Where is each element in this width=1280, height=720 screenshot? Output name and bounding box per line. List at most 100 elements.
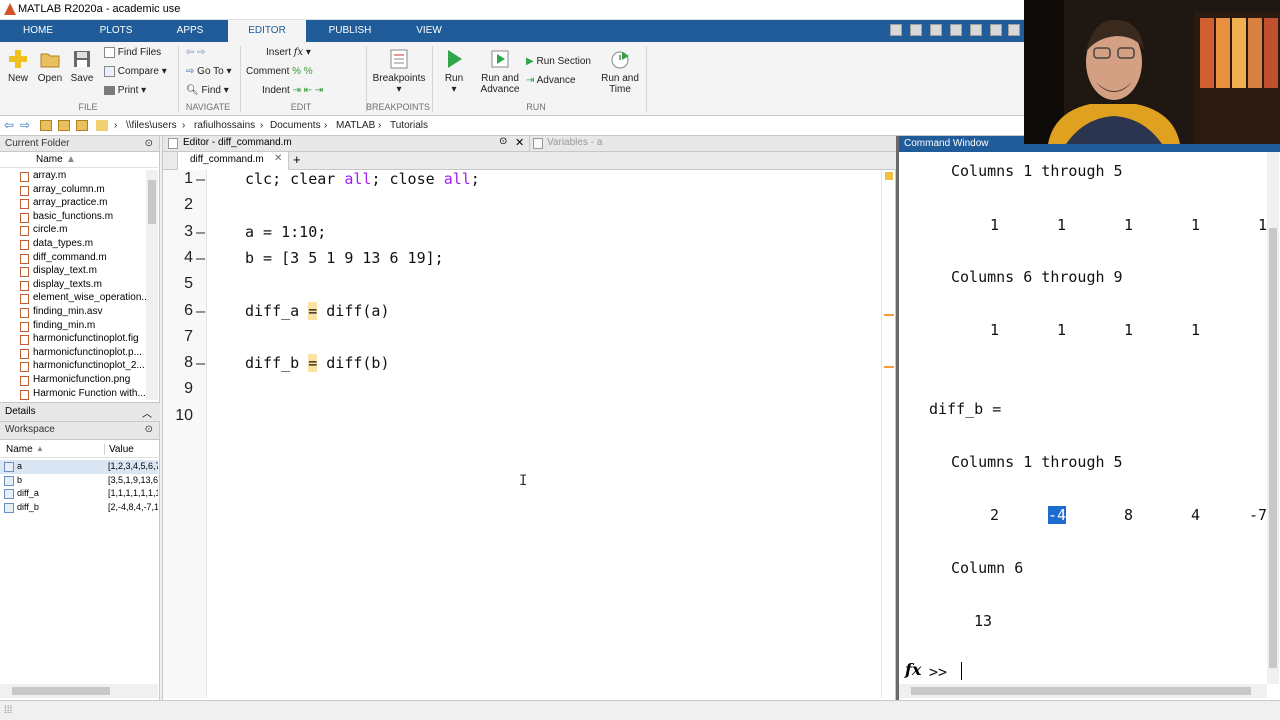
- browse-folder-icon[interactable]: [58, 120, 70, 131]
- tab-plots[interactable]: PLOTS: [78, 20, 154, 42]
- cut-icon[interactable]: [910, 24, 922, 36]
- breakpoint-dash[interactable]: —: [196, 302, 205, 320]
- nav-forward-icon[interactable]: ⇨: [20, 118, 30, 132]
- scroll-thumb[interactable]: [148, 180, 156, 224]
- breakpoint-dash[interactable]: —: [196, 223, 205, 241]
- current-folder-column-header[interactable]: Name ▲: [0, 153, 158, 168]
- file-list-item[interactable]: harmonicfunctinoplot_2...: [0, 360, 146, 374]
- back-forward-arrows[interactable]: ⇦ ⇨: [186, 47, 206, 58]
- breadcrumb-tutorials[interactable]: Tutorials: [390, 120, 428, 131]
- breakpoint-dash[interactable]: —: [196, 249, 205, 267]
- compare-button[interactable]: Compare ▾: [104, 66, 167, 77]
- close-editor-icon[interactable]: ✕: [515, 136, 524, 149]
- run-section-button[interactable]: ▶ Run Section: [526, 56, 591, 67]
- file-list-item[interactable]: element_wise_operation...: [0, 292, 146, 306]
- go-to-button[interactable]: ⇨ Go To ▾: [186, 66, 231, 77]
- scroll-thumb[interactable]: [911, 687, 1251, 695]
- file-list-item[interactable]: basic_functions.m: [0, 211, 146, 225]
- run-and-time-button[interactable]: Run and Time: [598, 48, 642, 95]
- nav-back-icon[interactable]: ⇦: [4, 118, 14, 132]
- command-window[interactable]: Command Window Columns 1 through 5 11111…: [896, 136, 1280, 700]
- tab-view[interactable]: VIEW: [392, 20, 466, 42]
- breakpoints-button[interactable]: Breakpoints ▾: [372, 48, 426, 95]
- workspace-variable-row[interactable]: b [3,5,1,9,13,6: [0, 474, 158, 488]
- breadcrumb-root[interactable]: \\files\users: [126, 120, 177, 131]
- code-line[interactable]: 2: [163, 196, 883, 222]
- breadcrumb-documents[interactable]: Documents: [270, 120, 321, 131]
- breadcrumb-matlab[interactable]: MATLAB: [336, 120, 375, 131]
- run-button[interactable]: Run ▾: [440, 48, 468, 95]
- save-button[interactable]: Save: [68, 48, 96, 84]
- folder-icon[interactable]: [76, 120, 88, 131]
- print-button[interactable]: Print ▾: [104, 85, 146, 96]
- tab-home[interactable]: HOME: [0, 20, 76, 42]
- code-line[interactable]: 3— a = 1:10;: [163, 223, 883, 249]
- copy-icon[interactable]: [930, 24, 942, 36]
- tab-apps[interactable]: APPS: [152, 20, 228, 42]
- file-list-item[interactable]: data_types.m: [0, 238, 146, 252]
- code-line[interactable]: 1— clc; clear all; close all;: [163, 170, 883, 196]
- file-list-item[interactable]: harmonicfunctinoplot.fig: [0, 333, 146, 347]
- code-line[interactable]: 5: [163, 275, 883, 301]
- new-tab-plus-icon[interactable]: +: [293, 152, 301, 167]
- ws-horizontal-scrollbar[interactable]: [0, 684, 158, 698]
- workspace-variable-row[interactable]: diff_a [1,1,1,1,1,1,1: [0, 487, 158, 501]
- file-list-item[interactable]: diff_command.m: [0, 252, 146, 266]
- command-input-caret[interactable]: [961, 662, 962, 680]
- new-button[interactable]: New: [4, 48, 32, 84]
- undo-icon[interactable]: [970, 24, 982, 36]
- tab-publish[interactable]: PUBLISH: [312, 20, 388, 42]
- code-area[interactable]: 1— clc; clear all; close all; 2 3— a = 1:10;…: [163, 170, 883, 698]
- file-list-item[interactable]: array_column.m: [0, 184, 146, 198]
- breadcrumb-user[interactable]: rafiulhossains: [194, 120, 255, 131]
- indent-button[interactable]: Indent ⇥ ⇤ ⇥: [262, 85, 323, 96]
- fx-icon[interactable]: fx: [905, 660, 921, 679]
- file-list-item[interactable]: array.m: [0, 170, 146, 184]
- advance-button[interactable]: ⇥ Advance: [526, 75, 576, 86]
- file-list-item[interactable]: finding_min.m: [0, 320, 146, 334]
- save-all-icon[interactable]: [890, 24, 902, 36]
- workspace-variable-row[interactable]: diff_b [2,-4,8,4,-7,1: [0, 501, 158, 515]
- workspace-variable-row[interactable]: a [1,2,3,4,5,6,7: [0, 460, 158, 474]
- file-list-item[interactable]: Harmonic Function with...: [0, 388, 146, 402]
- code-line[interactable]: 4— b = [3 5 1 9 13 6 19];: [163, 249, 883, 275]
- breakpoint-dash[interactable]: —: [196, 354, 205, 372]
- code-line[interactable]: 10: [163, 407, 883, 433]
- breakpoint-dash[interactable]: —: [196, 170, 205, 188]
- workspace-column-header[interactable]: Name ▲ Value: [0, 442, 158, 458]
- switch-windows-icon[interactable]: [1008, 24, 1020, 36]
- paste-icon[interactable]: [950, 24, 962, 36]
- insert-button[interactable]: Insert 𝑓x ▾: [266, 47, 311, 58]
- warning-marker[interactable]: [884, 314, 894, 316]
- file-list-item[interactable]: array_practice.m: [0, 197, 146, 211]
- collapse-icon[interactable]: ︿: [142, 405, 152, 420]
- panel-menu-icon[interactable]: ⊙: [499, 136, 507, 147]
- close-tab-icon[interactable]: ✕: [274, 153, 282, 164]
- comment-button[interactable]: Comment % %: [246, 66, 313, 77]
- code-analyzer-bar[interactable]: [881, 170, 895, 698]
- file-list-item[interactable]: Harmonicfunction.png: [0, 374, 146, 388]
- redo-icon[interactable]: [990, 24, 1002, 36]
- up-folder-icon[interactable]: [40, 120, 52, 131]
- file-list-item[interactable]: display_text.m: [0, 265, 146, 279]
- file-list-item[interactable]: circle.m: [0, 224, 146, 238]
- code-line[interactable]: 9: [163, 380, 883, 406]
- file-list-item[interactable]: finding_min.asv: [0, 306, 146, 320]
- file-list-item[interactable]: display_texts.m: [0, 279, 146, 293]
- tab-diff-command[interactable]: diff_command.m ✕: [177, 152, 289, 170]
- find-button[interactable]: 🔍︎ Find ▾: [186, 85, 229, 96]
- code-line[interactable]: 6— diff_a = diff(a): [163, 301, 883, 328]
- file-list-scrollbar[interactable]: [146, 170, 158, 400]
- warning-marker[interactable]: [884, 366, 894, 368]
- panel-menu-icon[interactable]: ⊙: [145, 422, 153, 438]
- file-list-item[interactable]: harmonicfunctinoplot.p...: [0, 347, 146, 361]
- variables-tab[interactable]: Variables - a: [547, 137, 602, 148]
- scroll-thumb[interactable]: [1269, 228, 1277, 668]
- panel-menu-icon[interactable]: ⊙: [145, 136, 153, 152]
- details-panel[interactable]: Details ︿: [0, 402, 160, 422]
- find-files-button[interactable]: Find Files: [104, 47, 161, 58]
- tab-editor[interactable]: EDITOR: [228, 20, 306, 42]
- open-button[interactable]: Open: [36, 48, 64, 84]
- cw-horizontal-scrollbar[interactable]: [899, 684, 1267, 698]
- code-line[interactable]: 7: [163, 328, 883, 354]
